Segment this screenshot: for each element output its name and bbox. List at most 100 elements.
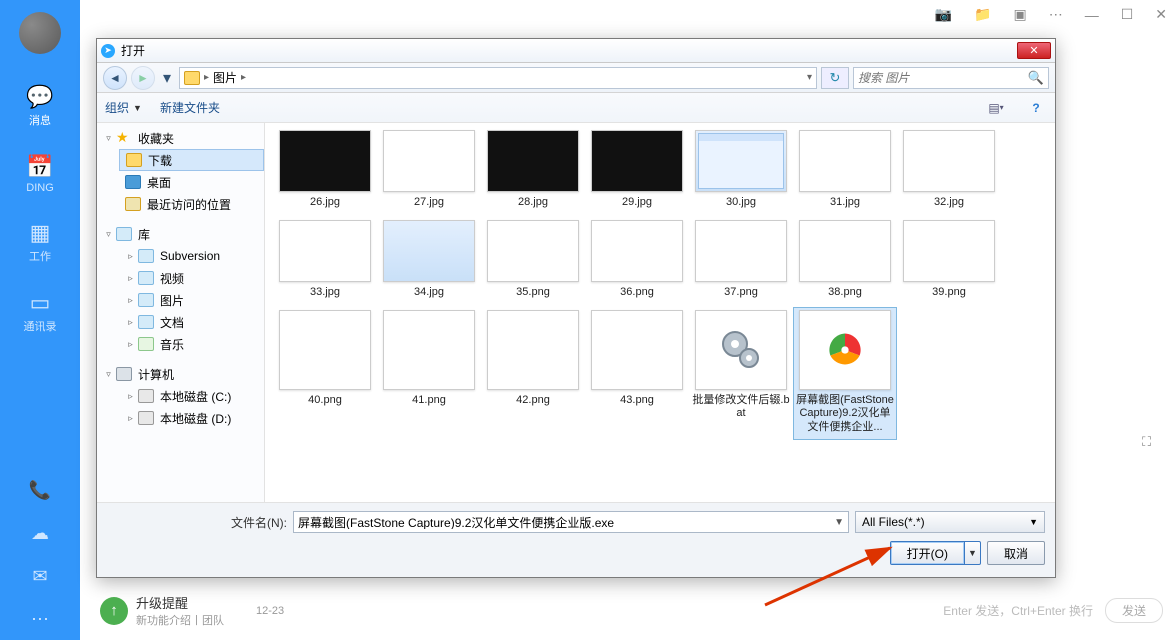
tree-drive-c[interactable]: ▹本地磁盘 (C:) <box>119 385 264 407</box>
file-item[interactable]: 30.jpg <box>689 127 793 215</box>
ding-icon: 📅 <box>26 154 53 180</box>
update-title: 升级提醒 <box>136 593 224 612</box>
file-grid: 26.jpg 27.jpg 28.jpg 29.jpg 30.jpg 31.jp… <box>265 123 1055 502</box>
search-input[interactable] <box>858 71 1028 85</box>
open-button-group: 打开(O) ▼ <box>890 541 981 565</box>
folder-tree: ▿★ 收藏夹 下载 桌面 最近访问的位置 ▿ 库 ▹Subversion ▹视频… <box>97 123 265 502</box>
file-item[interactable]: 31.jpg <box>793 127 897 215</box>
nav-label: DING <box>26 182 54 194</box>
update-date: 12-23 <box>256 605 284 617</box>
file-item[interactable]: 34.jpg <box>377 217 481 305</box>
file-item[interactable]: 32.jpg <box>897 127 1001 215</box>
file-item[interactable]: 42.png <box>481 307 585 440</box>
nav-label: 消息 <box>29 112 51 128</box>
send-hint: Enter 发送，Ctrl+Enter 换行 <box>943 602 1093 619</box>
dialog-close-button[interactable]: ✕ <box>1017 42 1051 59</box>
faststone-icon <box>799 310 891 390</box>
nav-label: 通讯录 <box>24 318 57 334</box>
dialog-titlebar: ➤ 打开 ✕ <box>97 39 1055 63</box>
refresh-button[interactable]: ↻ <box>821 67 849 89</box>
send-button[interactable]: 发送 <box>1105 598 1163 623</box>
file-item[interactable]: 37.png <box>689 217 793 305</box>
organize-menu[interactable]: 组织 ▼ <box>105 99 142 116</box>
file-item[interactable]: 38.png <box>793 217 897 305</box>
search-box[interactable]: 🔍 <box>853 67 1049 89</box>
file-item[interactable]: 26.jpg <box>273 127 377 215</box>
more-icon[interactable]: ⋯ <box>31 609 49 630</box>
filename-combo[interactable]: ▼ <box>293 511 849 533</box>
path-bar[interactable]: ▸ 图片 ▸ ▾ <box>179 67 817 89</box>
close-button[interactable]: ✕ <box>1155 6 1167 23</box>
help-button[interactable]: ? <box>1025 99 1047 117</box>
file-item[interactable]: 28.jpg <box>481 127 585 215</box>
tree-music[interactable]: ▹音乐 <box>119 333 264 355</box>
open-file-dialog: ➤ 打开 ✕ ◄ ► ▾ ▸ 图片 ▸ ▾ ↻ 🔍 组织 ▼ 新建文件夹 ▤ ▾… <box>96 38 1056 578</box>
tree-videos[interactable]: ▹视频 <box>119 267 264 289</box>
tree-recent[interactable]: 最近访问的位置 <box>119 193 264 215</box>
app-icon: ➤ <box>101 44 115 58</box>
file-item[interactable]: 批量修改文件后辍.bat <box>689 307 793 440</box>
nav-work[interactable]: ▦ 工作 <box>29 220 51 264</box>
gear-icon <box>695 310 787 390</box>
tree-favorites[interactable]: ▿★ 收藏夹 <box>97 127 264 149</box>
phone-icon[interactable]: 📞 <box>29 480 51 501</box>
maximize-button[interactable]: ☐ <box>1121 6 1134 23</box>
view-mode-button[interactable]: ▤ ▾ <box>985 99 1007 117</box>
screenshot-icon[interactable]: 📷 <box>935 6 952 23</box>
file-item[interactable]: 29.jpg <box>585 127 689 215</box>
back-button[interactable]: ◄ <box>103 66 127 90</box>
open-dropdown[interactable]: ▼ <box>965 541 981 565</box>
filename-dropdown[interactable]: ▼ <box>834 517 844 528</box>
tree-documents[interactable]: ▹文档 <box>119 311 264 333</box>
tree-drive-d[interactable]: ▹本地磁盘 (D:) <box>119 407 264 429</box>
path-dropdown[interactable]: ▾ <box>807 72 812 83</box>
update-banner[interactable]: ↑ 升级提醒 新功能介绍丨团队 12-23 <box>100 593 284 628</box>
more-icon[interactable]: ⋯ <box>1049 6 1063 23</box>
cancel-button[interactable]: 取消 <box>987 541 1045 565</box>
dialog-footer: 文件名(N): ▼ All Files(*.*)▼ 打开(O) ▼ 取消 <box>97 502 1055 577</box>
file-item[interactable]: 27.jpg <box>377 127 481 215</box>
message-icon: 💬 <box>26 84 53 110</box>
work-icon: ▦ <box>30 220 51 246</box>
mail-icon[interactable]: ✉ <box>32 566 47 587</box>
dialog-body: ▿★ 收藏夹 下载 桌面 最近访问的位置 ▿ 库 ▹Subversion ▹视频… <box>97 123 1055 502</box>
file-item[interactable]: 43.png <box>585 307 689 440</box>
minimize-button[interactable]: — <box>1085 7 1099 23</box>
tree-libraries[interactable]: ▿ 库 <box>97 223 264 245</box>
file-type-filter[interactable]: All Files(*.*)▼ <box>855 511 1045 533</box>
contacts-icon: ▭ <box>30 290 51 316</box>
forward-button[interactable]: ► <box>131 66 155 90</box>
expand-icon[interactable]: ⛶ <box>1141 433 1159 451</box>
dialog-nav: ◄ ► ▾ ▸ 图片 ▸ ▾ ↻ 🔍 <box>97 63 1055 93</box>
nav-ding[interactable]: 📅 DING <box>26 154 54 194</box>
tree-desktop[interactable]: 桌面 <box>119 171 264 193</box>
avatar[interactable] <box>19 12 61 54</box>
folder-icon <box>184 71 200 85</box>
tree-subversion[interactable]: ▹Subversion <box>119 245 264 267</box>
dialog-toolbar: 组织 ▼ 新建文件夹 ▤ ▾ ? <box>97 93 1055 123</box>
dialog-title: 打开 <box>121 42 145 59</box>
new-folder-button[interactable]: 新建文件夹 <box>160 99 220 116</box>
history-dropdown[interactable]: ▾ <box>159 68 175 88</box>
file-item[interactable]: 35.png <box>481 217 585 305</box>
open-button[interactable]: 打开(O) <box>890 541 965 565</box>
media-icon[interactable]: ▣ <box>1013 6 1026 23</box>
folder-icon[interactable]: 📁 <box>974 6 991 23</box>
app-sidebar: 💬 消息 📅 DING ▦ 工作 ▭ 通讯录 📞 ☁ ✉ ⋯ <box>0 0 80 640</box>
file-item[interactable]: 33.jpg <box>273 217 377 305</box>
file-item[interactable]: 40.png <box>273 307 377 440</box>
cloud-icon[interactable]: ☁ <box>31 523 49 544</box>
sidebar-bottom: 📞 ☁ ✉ ⋯ <box>29 480 51 630</box>
file-item[interactable]: 41.png <box>377 307 481 440</box>
nav-messages[interactable]: 💬 消息 <box>26 84 53 128</box>
file-item-selected[interactable]: 屏幕截图(FastStone Capture)9.2汉化单文件便携企业... <box>793 307 897 440</box>
tree-downloads[interactable]: 下载 <box>119 149 264 171</box>
nav-contacts[interactable]: ▭ 通讯录 <box>24 290 57 334</box>
file-item[interactable]: 36.png <box>585 217 689 305</box>
path-segment[interactable]: 图片 <box>213 69 237 86</box>
tree-computer[interactable]: ▿ 计算机 <box>97 363 264 385</box>
update-subtitle: 新功能介绍丨团队 <box>136 612 224 628</box>
tree-pictures[interactable]: ▹图片 <box>119 289 264 311</box>
filename-input[interactable] <box>298 515 834 529</box>
file-item[interactable]: 39.png <box>897 217 1001 305</box>
